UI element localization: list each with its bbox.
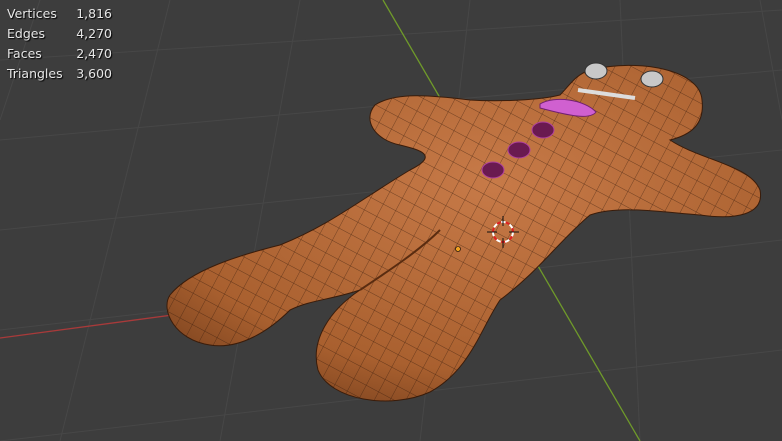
stat-value: 1,816 xyxy=(76,6,112,21)
button-2 xyxy=(507,141,531,159)
stat-label: Faces xyxy=(7,46,42,61)
stat-value: 4,270 xyxy=(76,26,112,41)
stat-row-triangles: Triangles 3,600 xyxy=(7,64,112,84)
stat-label: Triangles xyxy=(7,66,63,81)
gingerbread-mesh[interactable] xyxy=(166,64,761,402)
stat-label: Edges xyxy=(7,26,45,41)
statistics-overlay: Vertices 1,816 Edges 4,270 Faces 2,470 Tria… xyxy=(7,4,112,84)
object-origin xyxy=(455,246,461,252)
stat-label: Vertices xyxy=(7,6,57,21)
stat-value: 3,600 xyxy=(76,66,112,81)
3d-viewport[interactable] xyxy=(0,0,782,441)
button-3 xyxy=(481,161,505,179)
eye-left xyxy=(584,62,608,80)
stat-row-edges: Edges 4,270 xyxy=(7,24,112,44)
button-1 xyxy=(531,121,555,139)
eye-right xyxy=(640,70,664,88)
stat-row-faces: Faces 2,470 xyxy=(7,44,112,64)
stat-value: 2,470 xyxy=(76,46,112,61)
stat-row-vertices: Vertices 1,816 xyxy=(7,4,112,24)
